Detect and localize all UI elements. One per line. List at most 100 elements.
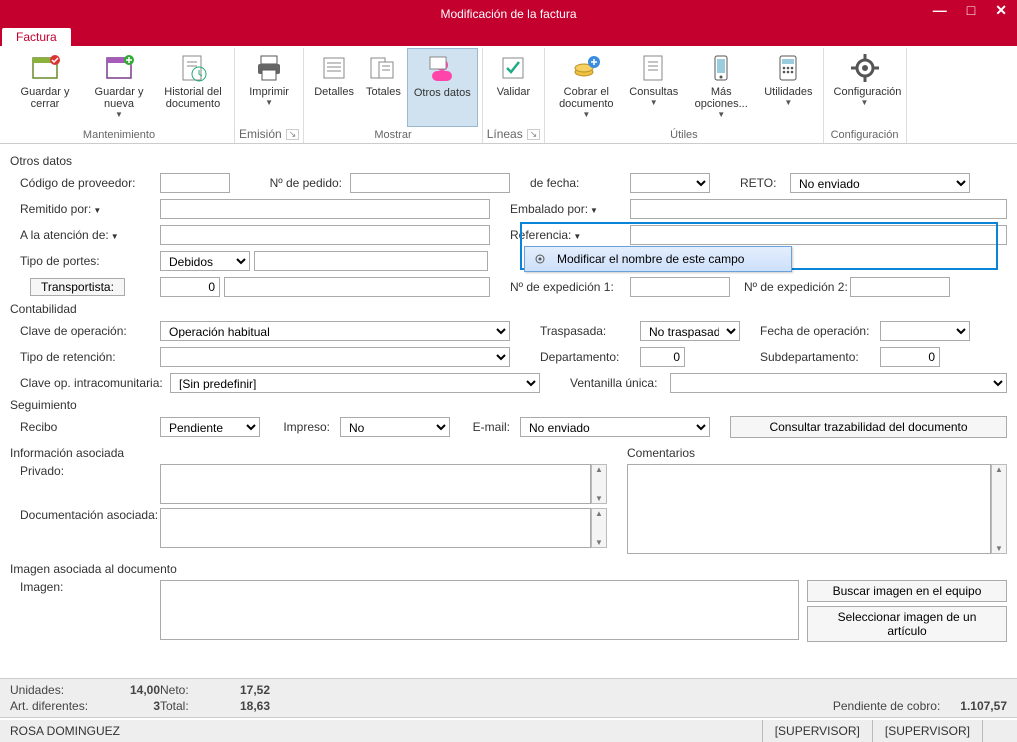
chevron-down-icon: ▼ bbox=[582, 110, 590, 119]
seleccionar-imagen-button[interactable]: Seleccionar imagen de un artículo bbox=[807, 606, 1007, 642]
details-icon bbox=[318, 52, 350, 84]
otros-datos-icon bbox=[426, 53, 458, 85]
value-neto: 17,52 bbox=[210, 683, 270, 697]
save-new-button[interactable]: Guardar y nueva ▼ bbox=[82, 48, 156, 127]
label-intracom: Clave op. intracomunitaria: bbox=[10, 376, 170, 390]
ribbon-group-mostrar: Detalles Totales Otros datos Mostrar bbox=[304, 48, 482, 143]
print-button[interactable]: Imprimir ▼ bbox=[243, 48, 295, 125]
de-fecha-select[interactable] bbox=[630, 173, 710, 193]
dialog-launcher-icon[interactable]: ↘ bbox=[286, 129, 300, 140]
collect-payment-icon bbox=[570, 52, 602, 84]
codigo-proveedor-input[interactable] bbox=[160, 173, 230, 193]
context-menu-item-modificar-nombre[interactable]: Modificar el nombre de este campo bbox=[527, 249, 789, 269]
utilidades-button[interactable]: Utilidades ▼ bbox=[758, 48, 818, 127]
label-ventanilla: Ventanilla única: bbox=[570, 376, 670, 390]
totales-button[interactable]: Totales bbox=[360, 48, 407, 127]
label-departamento: Departamento: bbox=[540, 350, 640, 364]
gear-icon bbox=[849, 52, 881, 84]
cobrar-button[interactable]: Cobrar el documento ▼ bbox=[549, 48, 623, 127]
departamento-input[interactable] bbox=[640, 347, 685, 367]
fecha-operacion-select[interactable] bbox=[880, 321, 970, 341]
label-clave-operacion: Clave de operación: bbox=[10, 324, 160, 338]
transportista-button[interactable]: Transportista: bbox=[30, 278, 125, 296]
portes-select[interactable]: Debidos bbox=[160, 251, 250, 271]
chevron-down-icon: ▼ bbox=[650, 98, 658, 107]
ribbon-group-mantenimiento: Guardar y cerrar Guardar y nueva ▼ Histo… bbox=[4, 48, 235, 143]
dialog-launcher-icon[interactable]: ↘ bbox=[527, 129, 541, 140]
statusbar: ROSA DOMINGUEZ [SUPERVISOR] [SUPERVISOR] bbox=[0, 720, 1017, 742]
configuracion-button[interactable]: Configuración ▼ bbox=[828, 48, 902, 127]
label-remitido[interactable]: Remitido por:▼ bbox=[10, 202, 160, 216]
impreso-select[interactable]: No bbox=[340, 417, 450, 437]
save-close-button[interactable]: Guardar y cerrar bbox=[8, 48, 82, 127]
clave-operacion-select[interactable]: Operación habitual bbox=[160, 321, 510, 341]
maximize-button[interactable]: □ bbox=[961, 2, 981, 19]
label-embalado[interactable]: Embalado por:▼ bbox=[510, 202, 630, 216]
transportista-name-input[interactable] bbox=[224, 277, 490, 297]
atencion-input[interactable] bbox=[160, 225, 490, 245]
section-imagen-title: Imagen asociada al documento bbox=[10, 562, 1007, 576]
portes-extra-input[interactable] bbox=[254, 251, 488, 271]
buscar-imagen-button[interactable]: Buscar imagen en el equipo bbox=[807, 580, 1007, 602]
scrollbar[interactable]: ▲▼ bbox=[591, 464, 607, 504]
privado-textarea[interactable] bbox=[160, 464, 591, 504]
chevron-down-icon: ▼ bbox=[93, 206, 101, 215]
close-button[interactable]: ✕ bbox=[989, 2, 1013, 19]
exp2-input[interactable] bbox=[850, 277, 950, 297]
document-history-button[interactable]: Historial del documento bbox=[156, 48, 230, 127]
minimize-button[interactable]: — bbox=[927, 2, 953, 19]
chevron-down-icon: ▼ bbox=[265, 98, 273, 107]
detalles-button[interactable]: Detalles bbox=[308, 48, 360, 127]
doc-asociada-textarea[interactable] bbox=[160, 508, 591, 548]
label-recibo: Recibo bbox=[10, 420, 160, 434]
scrollbar[interactable]: ▲▼ bbox=[591, 508, 607, 548]
gear-small-icon bbox=[531, 251, 549, 267]
ribbon-tabstrip: Factura bbox=[0, 28, 1017, 46]
traspasada-select[interactable]: No traspasada bbox=[640, 321, 740, 341]
mas-opciones-button[interactable]: Más opciones... ▼ bbox=[684, 48, 758, 127]
label-exp1: Nº de expedición 1: bbox=[510, 280, 630, 294]
ribbon-group-lineas: Validar Líneas ↘ bbox=[483, 48, 546, 143]
value-unidades: 14,00 bbox=[120, 683, 160, 697]
label-retencion: Tipo de retención: bbox=[10, 350, 160, 364]
titlebar: Modificación de la factura — □ ✕ bbox=[0, 0, 1017, 28]
trazabilidad-button[interactable]: Consultar trazabilidad del documento bbox=[730, 416, 1007, 438]
email-select[interactable]: No enviado bbox=[520, 417, 710, 437]
recibo-select[interactable]: Pendiente bbox=[160, 417, 260, 437]
validar-button[interactable]: Validar bbox=[490, 48, 536, 125]
status-role-2: [SUPERVISOR] bbox=[872, 720, 982, 742]
label-privado: Privado: bbox=[10, 464, 160, 478]
history-icon bbox=[177, 52, 209, 84]
transportista-code-input[interactable] bbox=[160, 277, 220, 297]
label-referencia[interactable]: Referencia:▼ bbox=[510, 228, 630, 242]
exp1-input[interactable] bbox=[630, 277, 730, 297]
intracom-select[interactable]: [Sin predefinir] bbox=[170, 373, 540, 393]
ribbon-group-label: Mostrar bbox=[374, 127, 411, 143]
label-neto: Neto: bbox=[160, 683, 210, 697]
label-reto: RETO: bbox=[740, 176, 790, 190]
retencion-select[interactable] bbox=[160, 347, 510, 367]
value-art-dif: 3 bbox=[120, 699, 160, 713]
chevron-down-icon: ▼ bbox=[784, 98, 792, 107]
save-close-icon bbox=[29, 52, 61, 84]
otros-datos-button[interactable]: Otros datos bbox=[407, 48, 478, 127]
referencia-input[interactable] bbox=[630, 225, 1007, 245]
scrollbar[interactable]: ▲▼ bbox=[991, 464, 1007, 554]
label-atencion[interactable]: A la atención de:▼ bbox=[10, 228, 160, 242]
subdepartamento-input[interactable] bbox=[880, 347, 940, 367]
chevron-down-icon: ▼ bbox=[115, 110, 123, 119]
label-unidades: Unidades: bbox=[10, 683, 120, 697]
label-de-fecha: de fecha: bbox=[530, 176, 630, 190]
reto-select[interactable]: No enviado bbox=[790, 173, 970, 193]
chevron-down-icon: ▼ bbox=[717, 110, 725, 119]
status-spacer bbox=[982, 720, 1007, 742]
consultas-button[interactable]: Consultas ▼ bbox=[623, 48, 684, 127]
validate-icon bbox=[497, 52, 529, 84]
embalado-input[interactable] bbox=[630, 199, 1007, 219]
section-seguimiento-title: Seguimiento bbox=[10, 398, 1007, 412]
tab-factura[interactable]: Factura bbox=[2, 28, 71, 46]
num-pedido-input[interactable] bbox=[350, 173, 510, 193]
ventanilla-select[interactable] bbox=[670, 373, 1007, 393]
remitido-input[interactable] bbox=[160, 199, 490, 219]
comentarios-textarea[interactable] bbox=[627, 464, 991, 554]
